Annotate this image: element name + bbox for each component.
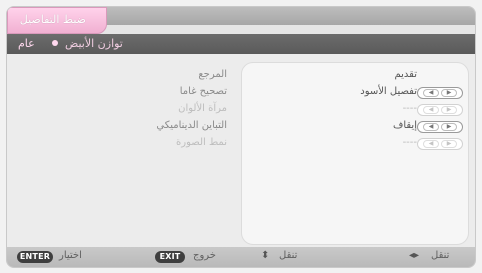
up-down-icon: ⬍ — [261, 250, 270, 261]
menu-title-tab: ضبط التفاصيل — [7, 7, 107, 34]
row-label-gamma: تصحيح غاما — [179, 86, 227, 97]
left-arrow-icon: ◀ — [423, 106, 439, 114]
menu-title: ضبط التفاصيل — [19, 13, 86, 26]
left-arrow-icon: ◀ — [423, 140, 439, 148]
right-arrow-icon: ▶ — [441, 140, 457, 148]
row-label-reference: المرجع — [198, 69, 227, 80]
osd-window: ضبط التفاصيل عام توازن الأبيض المرجع تقد… — [6, 6, 476, 268]
row-value-reference[interactable]: تقديم — [394, 69, 417, 80]
exit-hint: خروج — [193, 250, 216, 261]
gamma-stepper[interactable]: ◀ ▶ — [417, 87, 463, 99]
dynamic-contrast-stepper[interactable]: ◀ ▶ — [417, 121, 463, 133]
footer-hints: ENTER اختيار EXIT خروج ⬍ تنقل ◂▸ تنقل — [7, 247, 475, 267]
tab-white-balance[interactable]: توازن الأبيض — [65, 37, 123, 50]
tab-general[interactable]: عام — [18, 37, 35, 50]
left-arrow-icon[interactable]: ◀ — [423, 89, 439, 97]
row-label-dynamic-contrast: التباين الديناميكي — [156, 120, 227, 131]
subtab-bar: عام توازن الأبيض — [7, 34, 475, 54]
row-value-picture-mode: ---- — [402, 137, 417, 148]
tab-separator-dot — [52, 40, 58, 46]
row-value-color-mirror: ---- — [402, 103, 417, 114]
move-horizontal-hint: تنقل — [431, 250, 450, 261]
enter-key-badge: ENTER — [17, 251, 53, 263]
row-label-picture-mode: نمط الصورة — [176, 137, 227, 148]
right-arrow-icon: ▶ — [441, 106, 457, 114]
row-label-color-mirror: مرآة الألوان — [178, 103, 227, 114]
row-value-gamma[interactable]: تفصيل الأسود — [360, 86, 417, 97]
settings-content: المرجع تقديم تصحيح غاما تفصيل الأسود ◀ ▶… — [7, 54, 475, 249]
move-vertical-hint: تنقل — [279, 250, 298, 261]
exit-key-badge: EXIT — [155, 251, 185, 263]
right-arrow-icon[interactable]: ▶ — [441, 89, 457, 97]
right-arrow-icon[interactable]: ▶ — [441, 123, 457, 131]
row-value-dynamic-contrast[interactable]: إيقاف — [393, 120, 417, 131]
picture-mode-stepper: ◀ ▶ — [417, 138, 463, 150]
color-mirror-stepper: ◀ ▶ — [417, 104, 463, 116]
select-hint: اختيار — [59, 250, 82, 261]
left-arrow-icon[interactable]: ◀ — [423, 123, 439, 131]
left-right-icon: ◂▸ — [409, 250, 420, 261]
